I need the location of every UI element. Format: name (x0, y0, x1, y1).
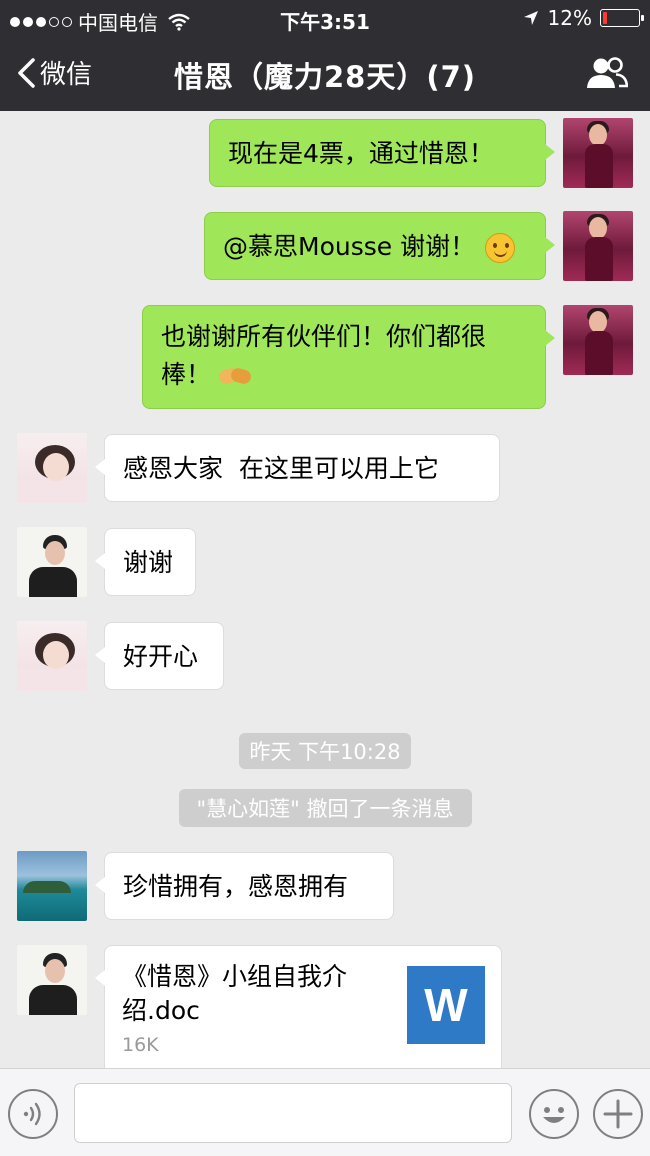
smile-emoji-icon (485, 233, 516, 263)
avatar[interactable] (17, 851, 87, 921)
avatar[interactable] (563, 305, 633, 375)
message-input[interactable] (74, 1083, 512, 1143)
plus-icon (603, 1099, 633, 1129)
avatar[interactable] (563, 211, 633, 281)
more-button[interactable] (593, 1089, 643, 1139)
message-text: 好开心 (123, 642, 199, 671)
file-name: 《惜恩》小组自我介绍.doc (122, 962, 348, 1025)
file-size: 16K (122, 1034, 159, 1056)
message-text: @慕思Mousse 谢谢！ (223, 232, 476, 261)
avatar[interactable] (563, 118, 633, 188)
message-bubble-self[interactable]: @慕思Mousse 谢谢！ (204, 212, 555, 280)
message-text: 现在是4票，通过惜恩！ (228, 139, 494, 168)
chat-area[interactable]: 现在是4票，通过惜恩！ @慕思Mousse 谢谢！ 也谢谢所有伙伴们！你们都很棒… (0, 111, 650, 1068)
handshake-emoji-icon (219, 365, 253, 387)
top-bar: 中国电信 下午3:51 12% 微信 惜恩（魔力28天）(7) (0, 0, 650, 111)
battery-icon (600, 9, 644, 27)
file-message[interactable]: 《惜恩》小组自我介绍.doc 16K W (95, 945, 502, 1068)
message-text: 感恩大家 在这里可以用上它 (123, 454, 439, 483)
timestamp-divider: 昨天 下午10:28 (0, 733, 650, 769)
message-bubble-other[interactable]: 谢谢 (95, 528, 196, 596)
message-bubble-self[interactable]: 也谢谢所有伙伴们！你们都很棒！ (142, 305, 555, 409)
avatar[interactable] (17, 527, 87, 597)
battery-percent: 12% (547, 6, 592, 30)
nav-bar: 微信 惜恩（魔力28天）(7) (0, 36, 650, 111)
location-arrow-icon (523, 11, 538, 25)
timestamp-text: 昨天 下午10:28 (239, 733, 411, 769)
voice-icon (23, 1102, 41, 1126)
avatar[interactable] (17, 945, 87, 1015)
status-bar: 中国电信 下午3:51 12% (0, 0, 650, 36)
voice-button[interactable] (8, 1089, 58, 1139)
message-bubble-other[interactable]: 感恩大家 在这里可以用上它 (95, 434, 500, 502)
status-right: 12% (522, 6, 644, 30)
message-bubble-other[interactable]: 好开心 (95, 622, 224, 690)
emoji-button[interactable] (529, 1089, 579, 1139)
message-text: 珍惜拥有，感恩拥有 (123, 872, 349, 901)
avatar[interactable] (17, 621, 87, 691)
recall-notice-text: "慧心如莲" 撤回了一条消息 (178, 789, 472, 827)
message-text: 也谢谢所有伙伴们！你们都很棒！ (161, 322, 487, 389)
message-text: 谢谢 (123, 548, 174, 577)
group-members-icon[interactable] (586, 56, 628, 90)
battery-level (603, 12, 607, 24)
chat-title: 惜恩（魔力28天）(7) (173, 60, 477, 94)
recall-notice: "慧心如莲" 撤回了一条消息 (0, 789, 650, 827)
message-bubble-other[interactable]: 珍惜拥有，感恩拥有 (95, 852, 394, 920)
message-bubble-self[interactable]: 现在是4票，通过惜恩！ (209, 119, 555, 187)
word-document-icon: W (407, 966, 485, 1044)
input-bar (0, 1068, 650, 1156)
avatar[interactable] (17, 433, 87, 503)
emoji-icon (543, 1107, 565, 1123)
